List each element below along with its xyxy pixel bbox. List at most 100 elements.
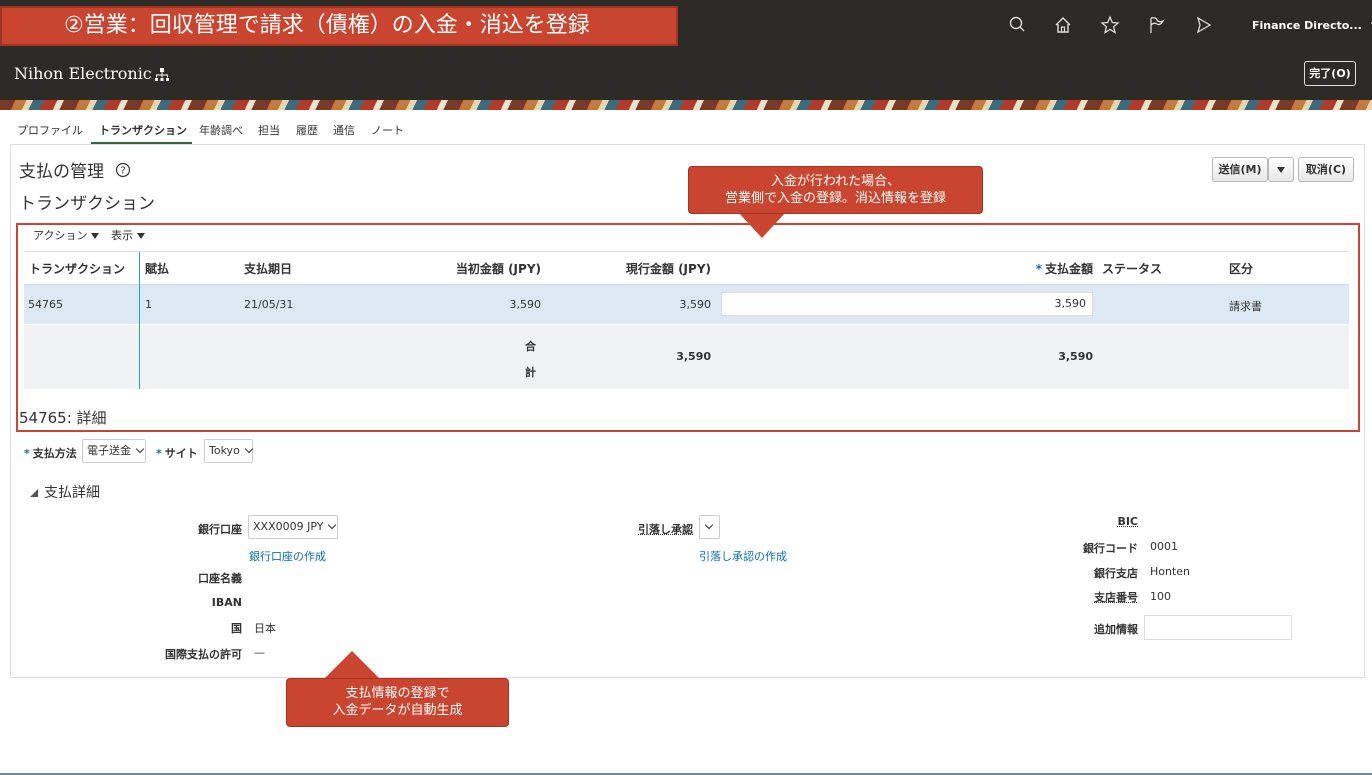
payment-details-section-header[interactable]: 支払詳細 <box>30 482 100 502</box>
iban-label: IBAN <box>211 596 242 609</box>
submit-menu-button[interactable] <box>1268 157 1294 182</box>
home-icon[interactable] <box>1053 15 1073 35</box>
intl-payment-label: 国際支払の許可 <box>165 648 242 661</box>
cell-installment: 1 <box>145 298 152 311</box>
payment-method-label-text: 支払方法 <box>32 447 77 460</box>
additional-info-label: 追加情報 <box>1094 623 1138 636</box>
bank-account-select[interactable]: XXX0009 JPY <box>248 515 338 539</box>
tab-notes[interactable]: ノート <box>371 122 404 138</box>
caret-down-icon <box>91 233 100 239</box>
bank-branch-value: Honten <box>1150 565 1191 578</box>
search-icon[interactable] <box>1008 15 1028 35</box>
view-menu[interactable]: 表示 <box>111 227 145 243</box>
caret-down-icon <box>1277 167 1285 173</box>
payment-details-section-title: 支払詳細 <box>44 485 100 501</box>
tab-aging[interactable]: 年齢調べ <box>199 122 243 138</box>
payment-method-label: * 支払方法 <box>24 445 77 461</box>
bank-account-value: XXX0009 JPY <box>253 520 324 533</box>
help-icon[interactable]: ? <box>115 162 131 178</box>
column-header-due-date[interactable]: 支払期日 <box>244 260 292 277</box>
total-payment-amount: 3,590 <box>1058 350 1093 363</box>
site-label-text: サイト <box>164 447 198 460</box>
detail-title: 54765: 詳細 <box>19 409 107 427</box>
frozen-column-divider <box>139 252 140 389</box>
callout-top-line2: 営業側で入金の登録。消込情報を登録 <box>724 191 946 206</box>
bic-label: BIC <box>1117 515 1138 528</box>
required-indicator: * <box>24 447 30 460</box>
chevron-down-icon <box>244 444 254 454</box>
notifications-icon[interactable] <box>1194 15 1214 35</box>
cell-class: 請求書 <box>1229 300 1262 313</box>
callout-top: 入金が行われた場合、 営業側で入金の登録。消込情報を登録 <box>688 166 983 214</box>
cell-original-amount: 3,590 <box>509 298 542 311</box>
cell-due-date: 21/05/31 <box>244 298 294 311</box>
column-header-installment[interactable]: 賦払 <box>145 260 169 277</box>
total-current-amount: 3,590 <box>676 350 711 363</box>
user-menu-label: Finance Directo... <box>1252 19 1362 32</box>
tab-transactions[interactable]: トランザクション <box>99 122 187 138</box>
callout-bottom-line2: 入金データが自動生成 <box>332 703 463 718</box>
done-button[interactable]: 完了(O) <box>1304 61 1356 86</box>
column-header-status[interactable]: ステータス <box>1102 260 1162 277</box>
bank-account-label: 銀行口座 <box>198 523 242 536</box>
column-header-class[interactable]: 区分 <box>1229 260 1253 277</box>
page-title: 支払の管理 <box>19 162 104 182</box>
user-menu[interactable]: Finance Directo... <box>1252 18 1372 32</box>
country-value: 日本 <box>254 622 276 635</box>
additional-info-input[interactable] <box>1144 615 1292 640</box>
tab-history[interactable]: 履歴 <box>296 122 318 138</box>
cell-current-amount: 3,590 <box>679 298 712 311</box>
bank-code-value: 0001 <box>1150 540 1178 553</box>
create-bank-account-link[interactable]: 銀行口座の作成 <box>249 548 326 564</box>
chevron-down-icon <box>704 520 714 530</box>
svg-text:?: ? <box>120 166 125 177</box>
column-header-payment-amount[interactable]: * 支払金額 <box>1012 260 1093 277</box>
payment-amount-input[interactable]: 3,590 <box>721 292 1093 316</box>
actions-menu-label: アクション <box>33 229 88 242</box>
required-indicator: * <box>1035 262 1042 276</box>
column-header-original-amount[interactable]: 当初金額 (JPY) <box>441 260 541 277</box>
branch-number-label: 支店番号 <box>1094 591 1138 604</box>
company-name[interactable]: Nihon Electronic <box>14 64 152 83</box>
total-label-2: 計 <box>525 366 536 379</box>
column-header-transaction[interactable]: トランザクション <box>29 260 125 277</box>
intl-payment-value: — <box>254 646 265 659</box>
bank-code-label: 銀行コード <box>1083 542 1138 555</box>
total-label-1: 合 <box>525 340 536 353</box>
debit-authorization-label: 引落し承認 <box>638 523 693 536</box>
bank-branch-label: 銀行支店 <box>1094 567 1138 580</box>
callout-top-pointer <box>738 212 786 238</box>
flag-icon[interactable] <box>1147 15 1167 35</box>
required-indicator: * <box>156 447 162 460</box>
column-header-payment-amount-label: 支払金額 <box>1044 262 1093 276</box>
payment-method-select[interactable]: 電子送金 <box>82 439 146 463</box>
actions-menu[interactable]: アクション <box>33 227 100 243</box>
payment-method-value: 電子送金 <box>87 444 131 457</box>
caret-down-icon <box>137 233 145 239</box>
org-chart-icon[interactable] <box>155 68 169 82</box>
site-value: Tokyo <box>209 444 240 457</box>
callout-bottom-pointer <box>322 651 382 681</box>
section-title: トランザクション <box>19 194 155 214</box>
cell-transaction[interactable]: 54765 <box>28 298 63 311</box>
debit-authorization-select[interactable] <box>699 515 720 539</box>
submit-button[interactable]: 送信(M) <box>1212 157 1268 182</box>
column-header-current-amount[interactable]: 現行金額 (JPY) <box>611 260 711 277</box>
chevron-down-icon <box>328 520 337 530</box>
site-select[interactable]: Tokyo <box>204 439 254 463</box>
chevron-down-icon <box>135 444 145 454</box>
site-label: * サイト <box>156 445 198 461</box>
tab-profile[interactable]: プロファイル <box>17 122 83 138</box>
tab-assignment[interactable]: 担当 <box>258 122 280 138</box>
tab-communication[interactable]: 通信 <box>333 122 355 138</box>
table-divider <box>24 251 1349 252</box>
callout-bottom-line1: 支払情報の登録で <box>345 686 450 701</box>
cancel-button[interactable]: 取消(C) <box>1298 157 1354 182</box>
create-debit-authorization-link[interactable]: 引落し承認の作成 <box>699 548 787 564</box>
branch-number-value: 100 <box>1150 590 1171 603</box>
callout-top-line1: 入金が行われた場合、 <box>770 174 901 189</box>
star-icon[interactable] <box>1100 15 1120 35</box>
account-holder-label: 口座名義 <box>198 572 242 585</box>
country-label: 国 <box>231 622 242 635</box>
view-menu-label: 表示 <box>111 229 133 242</box>
